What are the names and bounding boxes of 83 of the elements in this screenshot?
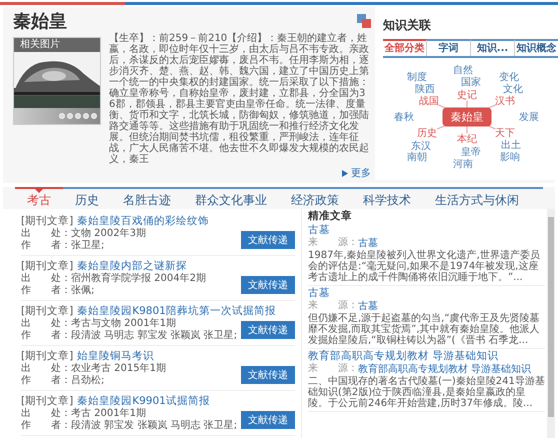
keyword-node[interactable]: 影响 (500, 150, 520, 164)
article-type: [期刊文章] (21, 349, 74, 362)
keyword-node[interactable]: 春秋 (394, 110, 414, 124)
document-delivery-button[interactable]: 文献传递 (241, 321, 295, 339)
article-snippet: 但仍嫌不足,源于起盗墓的勾当,“虞代帝王及先贤陵墓靡不发掘,而取其宝货焉”,其中就有秦始皇陵。他派人发掘始皇陵后,“取铜柱铸以为器”(《晋书 石季龙... (308, 313, 541, 346)
article-type: [期刊文章] (21, 304, 74, 318)
play-icon (342, 170, 348, 176)
article-title-link[interactable]: 秦始皇陵园K9801陪葬坑第一次试掘简报 (77, 304, 276, 318)
article-authors: 作 者：张佩; (21, 285, 96, 297)
article-source: 出 处：文物 2002年3期 (21, 228, 147, 240)
carousel-dot[interactable] (75, 113, 81, 119)
center-node[interactable]: 秦始皇 (442, 108, 492, 126)
scrollbar[interactable] (547, 209, 555, 438)
article-title-link[interactable]: 秦始皇陵内部之谜新探 (77, 259, 188, 273)
sidebar-article-link[interactable]: 教育部高职高专规划教材 导游基础知识 (308, 350, 545, 363)
nav-tab[interactable]: 名胜古迹 (111, 187, 183, 209)
article-snippet: 二、中国现存的著名古代陵墓(一)秦始皇陵241导游基础知识(第2版)位于陕西临潼县,是秦始皇嬴政的皇陵。于公元前246年开始营建,历时37年修成。陵... (308, 376, 545, 409)
article-type: [期刊文章] (21, 259, 74, 272)
article-authors: 作 者：段清波 马明志 郭宝发 张颖岚 张卫星; (21, 330, 238, 342)
keyword-node[interactable]: 历史 (417, 126, 437, 140)
keyword-node[interactable]: 南朝 (407, 150, 427, 164)
keyword-node[interactable]: 陕西 (415, 82, 435, 96)
article-source: 出 处：考古与文物 2001年1期 (21, 318, 177, 330)
article-source: 出 处：考古 2001年1期 (21, 408, 147, 420)
article-authors: 作 者：段清波 郭宝发 张颖岚 马明志 张卫星; (21, 420, 238, 432)
article-source: 出 处：宿州教育学院学报 2004年2期 (21, 273, 207, 284)
nav-tab[interactable]: 生活方式与休闲 (423, 187, 531, 209)
document-delivery-button[interactable]: 文献传递 (241, 231, 295, 249)
carousel-dot[interactable] (67, 113, 73, 119)
keyword-node[interactable]: 河南 (453, 157, 473, 171)
source-label: 来 源： (308, 300, 358, 313)
source-link[interactable]: 古墓 (358, 300, 378, 313)
nav-tab[interactable]: 考古 (15, 187, 63, 209)
source-link[interactable]: 古墓 (358, 237, 378, 250)
nav-tab[interactable]: 群众文化事业 (183, 187, 279, 209)
keyword-node[interactable]: 自然 (453, 63, 473, 77)
article-title-link[interactable]: 秦始皇陵园K9901试掘简报 (77, 394, 210, 408)
keyword-node[interactable]: 汉书 (495, 94, 515, 108)
document-delivery-button[interactable]: 文献传递 (241, 411, 295, 429)
keyword-node[interactable]: 发展 (519, 110, 539, 124)
keyword-node[interactable]: 制度 (407, 70, 427, 84)
image-caption: 相关图片 (14, 38, 100, 52)
category-tab[interactable]: 全部分类 (383, 39, 427, 56)
article-authors: 作 者：吕劲松; (21, 375, 106, 387)
article-type: [期刊文章] (21, 394, 74, 408)
article-snippet: 1987年,秦始皇陵被列入世界文化遗产,世界遗产委员会的评估是:“毫无疑问,如果不是1974年被发现,这座考古遗址上的成千件陶俑将依旧沉睡于地下。”... (308, 250, 541, 283)
article-source: 出 处：农业考古 2015年1期 (21, 363, 167, 374)
sidebar-article-link[interactable]: 古墓 (308, 224, 545, 237)
page-title: 秦始皇 (13, 10, 67, 33)
category-tab[interactable]: 知识... (471, 39, 515, 56)
keyword-node[interactable]: 天下 (495, 126, 515, 140)
article-type: [期刊文章] (21, 214, 74, 228)
keyword-node[interactable]: 文化 (503, 82, 523, 96)
nav-tab[interactable]: 经济政策 (279, 187, 351, 209)
article-title-link[interactable]: 始皇陵铜马考识 (77, 349, 154, 363)
document-delivery-button[interactable]: 文献传递 (241, 366, 295, 384)
keyword-node[interactable]: 皇帝 (461, 145, 481, 159)
translate-icon[interactable] (357, 14, 371, 28)
intro-text: 【生卒】：前259－前210【介绍】：秦王朝的建立者，姓嬴，名政，即位时年仅十三岁，由太后与吕不韦专政。亲政后，杀谋反的太后宠臣嫪毐，废吕不韦。任用李斯为相，逐步消灭齐、楚、燕、赵、韩、魏六国，建立了中国历史上第一个统一的中央集权的封建国家。统一后采取了以下措施：确立皇帝称号，自称始皇帝，废封建，立郡县，分全国为36郡，郡领县，郡县主要官吏由皇帝任命。统一法律、度量衡、货币和文字，北筑长城，防御匈奴，修筑驰道，加强陆路交通等等。这些措施有助于巩固统一和推行经济文化发展。但统治期间焚书坑儒，租役繁重，严刑峻法，连年征战，广大人民痛苦不堪。他去世不久即爆发大规模的农民起义，秦王 (109, 33, 370, 165)
keyword-node[interactable]: 国家 (461, 75, 481, 89)
carousel-dot[interactable] (83, 113, 89, 119)
keyword-node[interactable]: 战国 (419, 94, 439, 108)
nav-tab[interactable]: 科学技术 (351, 187, 423, 209)
carousel-dot[interactable] (59, 113, 65, 119)
document-delivery-button[interactable]: 文献传递 (241, 276, 295, 294)
more-link[interactable]: 更多 (342, 166, 371, 180)
keyword-node[interactable]: 本纪 (457, 132, 477, 146)
keyword-node[interactable]: 史记 (457, 88, 477, 102)
carousel-dot[interactable] (91, 113, 97, 119)
keyword-node[interactable]: 出土 (501, 138, 521, 152)
nav-tab[interactable]: 历史 (63, 187, 111, 209)
sidebar-article-link[interactable]: 古墓 (308, 287, 545, 300)
section-title: 知识关联 (383, 17, 432, 34)
category-tab[interactable]: 字词 (427, 39, 471, 56)
category-tab[interactable]: 知识概念 (515, 39, 558, 56)
source-link[interactable]: 教育部高职高专规划教材 导游基础知识 (358, 363, 532, 376)
sidebar-title: 精准文章 (308, 210, 353, 223)
keyword-node[interactable]: 变化 (499, 70, 519, 84)
source-label: 来 源： (308, 237, 358, 250)
article-title-link[interactable]: 秦始皇陵百戏俑的彩绘纹饰 (77, 214, 210, 228)
keyword-node[interactable]: 东汉 (411, 139, 431, 153)
source-label: 来 源： (308, 363, 358, 376)
article-authors: 作 者：张卫星; (21, 240, 106, 252)
